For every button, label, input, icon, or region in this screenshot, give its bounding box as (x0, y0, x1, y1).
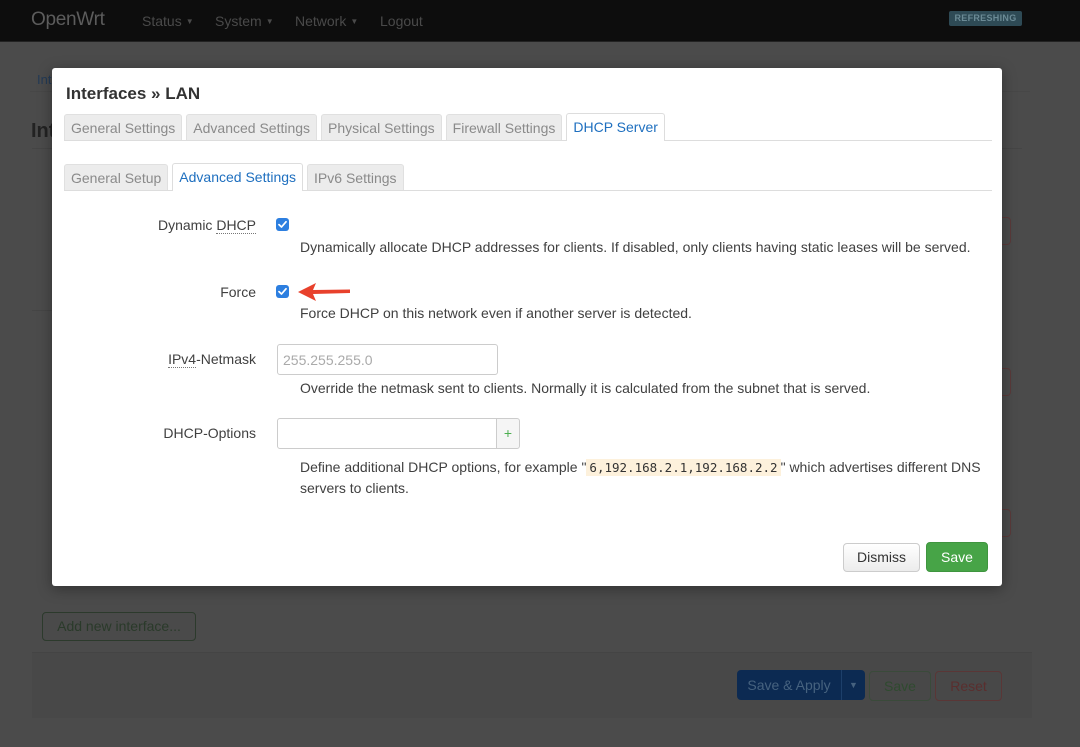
red-arrow-icon (298, 283, 350, 301)
add-interface-button[interactable]: Add new interface... (42, 612, 196, 641)
checkmark-icon (278, 287, 287, 295)
dhcp-subtabs: General Setup Advanced Settings IPv6 Set… (64, 163, 992, 191)
ipv4-netmask-input[interactable] (277, 344, 498, 375)
add-option-button[interactable]: + (496, 418, 520, 449)
breadcrumb[interactable]: Int (37, 72, 51, 87)
dhcp-options-input[interactable] (277, 418, 497, 449)
nav-network[interactable]: Network ▼ (295, 13, 358, 29)
description-text: Define additional DHCP options, for exam… (300, 459, 587, 475)
dismiss-button[interactable]: Dismiss (843, 543, 920, 572)
caret-down-icon: ▼ (350, 17, 359, 26)
force-label: Force (220, 284, 256, 300)
status-badge: REFRESHING (949, 11, 1022, 26)
plus-icon: + (503, 425, 513, 441)
tab-general-settings[interactable]: General Settings (64, 114, 183, 140)
modal-title: Interfaces » LAN (66, 84, 201, 103)
brand-logo[interactable]: OpenWrt (31, 9, 105, 31)
label-abbr: IPv4 (168, 351, 197, 368)
save-button[interactable]: Save (926, 542, 988, 572)
label-text: -Netmask (196, 351, 256, 367)
ipv4-netmask-label: IPv4-Netmask (56, 351, 256, 368)
save-apply-dropdown-toggle[interactable]: ▼ (841, 670, 865, 700)
page-save-button[interactable]: Save (869, 671, 931, 701)
tab-dhcp-server[interactable]: DHCP Server (566, 113, 665, 141)
caret-down-icon: ▼ (849, 680, 858, 690)
caret-down-icon: ▼ (265, 17, 274, 26)
tab-physical-settings[interactable]: Physical Settings (321, 114, 442, 140)
tab-advanced-settings[interactable]: Advanced Settings (186, 114, 318, 140)
dhcp-options-label: DHCP-Options (163, 425, 256, 441)
reset-button[interactable]: Reset (935, 671, 1002, 701)
description-text: " which advertises different DNS (780, 459, 981, 475)
section-tabs: General Settings Advanced Settings Physi… (64, 113, 992, 141)
checkmark-icon (278, 220, 287, 228)
label-text: Dynamic (157, 217, 217, 233)
nav-status[interactable]: Status ▼ (142, 13, 194, 29)
subtab-advanced-settings[interactable]: Advanced Settings (172, 163, 304, 191)
nav-network-label: Network (295, 13, 347, 29)
interface-config-modal: Interfaces » LAN General Settings Advanc… (52, 68, 1002, 586)
dhcp-options-description: Define additional DHCP options, for exam… (300, 457, 981, 499)
dynamic-dhcp-description: Dynamically allocate DHCP addresses for … (300, 239, 971, 255)
tab-firewall-settings[interactable]: Firewall Settings (445, 114, 563, 140)
subtab-ipv6-settings[interactable]: IPv6 Settings (307, 164, 404, 190)
force-description: Force DHCP on this network even if anoth… (300, 305, 692, 321)
divider (32, 310, 54, 311)
nav-system[interactable]: System ▼ (215, 13, 274, 29)
ipv4-netmask-description: Override the netmask sent to clients. No… (300, 380, 871, 396)
label-abbr: DHCP (216, 217, 256, 234)
top-navbar: OpenWrt Status ▼ System ▼ Network ▼ Logout … (0, 0, 1080, 42)
dynamic-dhcp-label: Dynamic DHCP (56, 217, 256, 234)
dynamic-dhcp-checkbox[interactable] (276, 218, 289, 231)
nav-status-label: Status (142, 13, 182, 29)
nav-system-label: System (215, 13, 262, 29)
caret-down-icon: ▼ (185, 17, 194, 26)
example-code: 6,192.168.2.1,192.168.2.2 (586, 459, 781, 476)
description-text: servers to clients. (300, 480, 409, 496)
nav-logout[interactable]: Logout (380, 13, 423, 29)
force-checkbox[interactable] (276, 285, 289, 298)
subtab-general-setup[interactable]: General Setup (64, 164, 169, 190)
save-apply-button[interactable]: Save & Apply (737, 670, 841, 700)
